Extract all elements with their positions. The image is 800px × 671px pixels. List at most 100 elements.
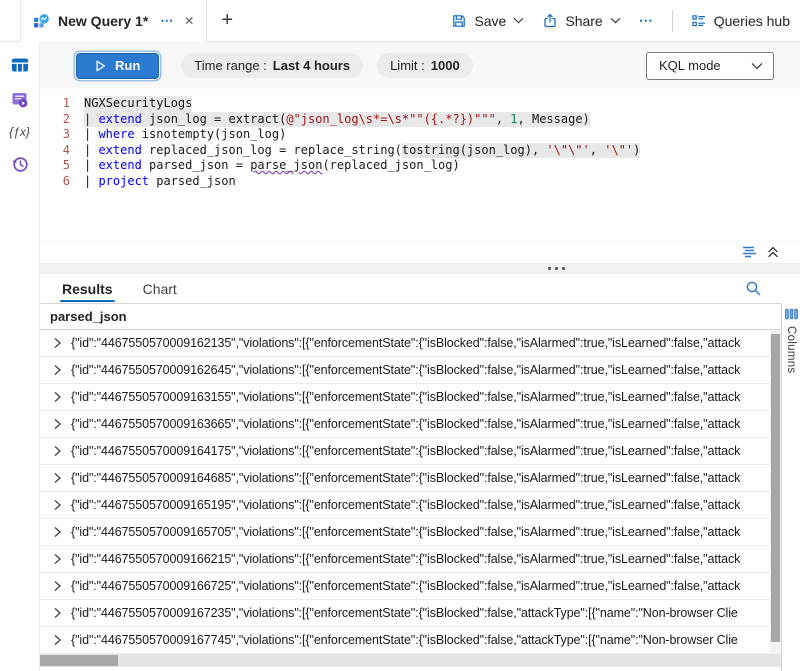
queries-hub-button[interactable]: Queries hub bbox=[691, 13, 790, 29]
expand-chevron-icon[interactable] bbox=[53, 526, 71, 538]
query-tab[interactable]: New Query 1* ⋯ ✕ bbox=[20, 0, 207, 42]
share-label: Share bbox=[565, 13, 602, 29]
code-line[interactable]: 1NGXSecurityLogs bbox=[40, 96, 800, 112]
limit-value: 1000 bbox=[431, 58, 460, 73]
row-json-text: {"id":"4467550570009165705","violations"… bbox=[71, 525, 769, 539]
vertical-scrollbar[interactable] bbox=[770, 330, 781, 654]
table-row[interactable]: {"id":"4467550570009162645","violations"… bbox=[40, 357, 800, 384]
columns-icon bbox=[785, 308, 798, 320]
row-json-text: {"id":"4467550570009166215","violations"… bbox=[71, 552, 769, 566]
tabbar-actions: Save Share ⋯ bbox=[451, 0, 800, 41]
row-json-text: {"id":"4467550570009162135","violations"… bbox=[71, 336, 769, 350]
time-range-pill[interactable]: Time range : Last 4 hours bbox=[181, 53, 363, 78]
code-line[interactable]: 5| extend parsed_json = parse_json(repla… bbox=[40, 158, 800, 174]
expand-chevron-icon[interactable] bbox=[53, 337, 71, 349]
limit-label: Limit : bbox=[390, 58, 425, 73]
splitter-handle-icon[interactable] bbox=[548, 267, 565, 270]
tables-icon[interactable] bbox=[10, 55, 30, 75]
run-button[interactable]: Run bbox=[76, 53, 159, 79]
table-row[interactable]: {"id":"4467550570009163665","violations"… bbox=[40, 411, 800, 438]
code-token: tostring(json_log), bbox=[402, 143, 547, 159]
code-token: , Message) bbox=[518, 112, 590, 128]
expand-chevron-icon[interactable] bbox=[53, 418, 71, 430]
query-toolbar: Run Time range : Last 4 hours Limit : 10… bbox=[40, 42, 800, 89]
tab-bar: New Query 1* ⋯ ✕ + Save bbox=[0, 0, 800, 42]
play-icon bbox=[95, 60, 106, 72]
columns-side-panel[interactable]: Columns bbox=[781, 303, 800, 671]
line-number: 1 bbox=[40, 96, 70, 112]
run-label: Run bbox=[115, 58, 140, 73]
columns-panel-label: Columns bbox=[785, 326, 797, 373]
row-json-text: {"id":"4467550570009164685","violations"… bbox=[71, 471, 769, 485]
expand-chevron-icon[interactable] bbox=[53, 580, 71, 592]
functions-icon[interactable]: {ƒx} bbox=[9, 125, 30, 139]
expand-chevron-icon[interactable] bbox=[53, 364, 71, 376]
row-json-text: {"id":"4467550570009164175","violations"… bbox=[71, 444, 769, 458]
code-token: where bbox=[98, 127, 134, 143]
tab-more-icon[interactable]: ⋯ bbox=[160, 13, 174, 29]
table-row[interactable]: {"id":"4467550570009166215","violations"… bbox=[40, 546, 800, 573]
vertical-scrollbar-thumb[interactable] bbox=[771, 334, 780, 642]
expand-chevron-icon[interactable] bbox=[53, 634, 71, 646]
save-icon bbox=[451, 13, 467, 29]
save-button[interactable]: Save bbox=[451, 13, 524, 29]
code-line[interactable]: 4| extend replaced_json_log = replace_st… bbox=[40, 143, 800, 159]
format-lines-icon[interactable] bbox=[742, 245, 758, 259]
expand-chevron-icon[interactable] bbox=[53, 607, 71, 619]
expand-chevron-icon[interactable] bbox=[53, 472, 71, 484]
search-icon[interactable] bbox=[745, 280, 762, 297]
code-line[interactable]: 2| extend json_log = extract(@"json_log\… bbox=[40, 112, 800, 128]
table-row[interactable]: {"id":"4467550570009167235","violations"… bbox=[40, 600, 800, 627]
code-line[interactable]: 6| project parsed_json bbox=[40, 174, 800, 190]
horizontal-scrollbar[interactable] bbox=[40, 654, 781, 667]
tab-close-icon[interactable]: ✕ bbox=[184, 14, 194, 28]
expand-chevron-icon[interactable] bbox=[53, 499, 71, 511]
table-row[interactable]: {"id":"4467550570009165705","violations"… bbox=[40, 519, 800, 546]
code-line[interactable]: 3| where isnotempty(json_log) bbox=[40, 127, 800, 143]
expand-chevron-icon[interactable] bbox=[53, 445, 71, 457]
table-row[interactable]: {"id":"4467550570009164685","violations"… bbox=[40, 465, 800, 492]
row-json-text: {"id":"4467550570009162645","violations"… bbox=[71, 363, 769, 377]
code-token: ) bbox=[633, 143, 640, 159]
query-history-icon[interactable] bbox=[10, 154, 30, 174]
left-sidebar: {ƒx} bbox=[0, 42, 40, 671]
line-number: 3 bbox=[40, 127, 70, 143]
new-tab-button[interactable]: + bbox=[207, 0, 247, 41]
code-token: extend bbox=[98, 112, 141, 128]
table-row[interactable]: {"id":"4467550570009163155","violations"… bbox=[40, 384, 800, 411]
table-row[interactable]: {"id":"4467550570009166725","violations"… bbox=[40, 573, 800, 600]
chevron-down-icon bbox=[751, 62, 763, 70]
code-token: parsed_json = bbox=[142, 158, 250, 174]
code-token: '\"' bbox=[604, 143, 633, 159]
kql-mode-select[interactable]: KQL mode bbox=[646, 52, 774, 80]
row-json-text: {"id":"4467550570009166725","violations"… bbox=[71, 579, 769, 593]
divider bbox=[672, 10, 673, 32]
share-button[interactable]: Share bbox=[542, 13, 620, 29]
adx-logo-icon bbox=[33, 13, 50, 30]
collapse-panel-icon[interactable] bbox=[766, 245, 780, 259]
limit-pill[interactable]: Limit : 1000 bbox=[377, 53, 473, 78]
table-row[interactable]: {"id":"4467550570009165195","violations"… bbox=[40, 492, 800, 519]
table-row[interactable]: {"id":"4467550570009162135","violations"… bbox=[40, 330, 800, 357]
column-header-parsed-json[interactable]: parsed_json bbox=[40, 303, 800, 330]
tab-results[interactable]: Results bbox=[60, 274, 115, 303]
save-label: Save bbox=[474, 13, 506, 29]
code-token: parse_json bbox=[250, 158, 322, 174]
saved-queries-icon[interactable] bbox=[10, 90, 30, 110]
tab-chart[interactable]: Chart bbox=[141, 274, 179, 303]
code-token: (replaced_json_log) bbox=[322, 158, 459, 174]
table-row[interactable]: {"id":"4467550570009167745","violations"… bbox=[40, 627, 800, 654]
panel-splitter[interactable] bbox=[40, 263, 800, 274]
line-number: 2 bbox=[40, 112, 70, 128]
row-json-text: {"id":"4467550570009163155","violations"… bbox=[71, 390, 769, 404]
table-row[interactable]: {"id":"4467550570009164175","violations"… bbox=[40, 438, 800, 465]
code-token: | bbox=[84, 112, 98, 128]
more-options-button[interactable]: ⋯ bbox=[639, 12, 654, 29]
row-json-text: {"id":"4467550570009165195","violations"… bbox=[71, 498, 769, 512]
expand-chevron-icon[interactable] bbox=[53, 553, 71, 565]
horizontal-scrollbar-thumb[interactable] bbox=[40, 655, 118, 666]
query-editor[interactable]: 1NGXSecurityLogs2| extend json_log = ext… bbox=[40, 89, 800, 241]
expand-chevron-icon[interactable] bbox=[53, 391, 71, 403]
queries-hub-label: Queries hub bbox=[714, 13, 790, 29]
code-token: | bbox=[84, 143, 98, 159]
